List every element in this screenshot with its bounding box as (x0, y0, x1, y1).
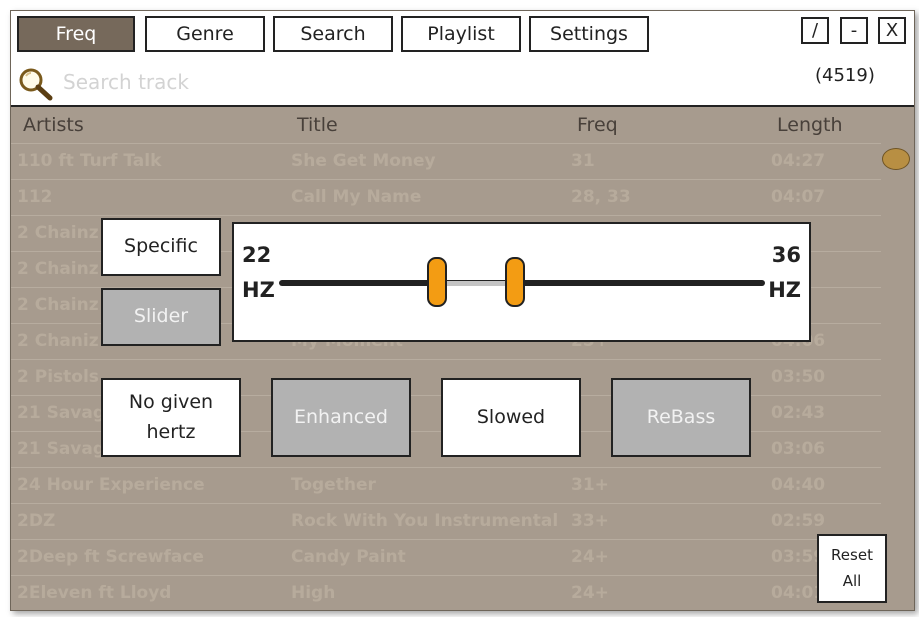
tab-settings[interactable]: Settings (529, 16, 649, 52)
artist-cell: 2Eleven ft Lloyd (17, 583, 172, 603)
title-cell: She Get Money (291, 151, 436, 171)
track-table: Artists Title Freq Length 110 ft Turf Ta… (11, 107, 914, 610)
slider-selected-range (436, 281, 516, 286)
table-row[interactable]: 110 ft Turf Talk She Get Money 31 04:27 (11, 143, 881, 179)
freq-cell: 24+ (571, 547, 609, 567)
column-header-title[interactable]: Title (297, 114, 338, 136)
table-row[interactable]: 2Eleven ft Lloyd High 24+ 04:01 (11, 575, 881, 610)
length-cell: 04:40 (771, 475, 826, 495)
length-cell: 02:43 (771, 403, 826, 423)
freq-cell: 31 (571, 151, 595, 171)
tab-playlist[interactable]: Playlist (401, 16, 521, 52)
length-cell: 03:06 (771, 439, 826, 459)
artist-cell: 2 Chaniz (17, 331, 99, 351)
frequency-slider-panel: 22 HZ 36 HZ (232, 222, 811, 342)
slider-mode-button[interactable]: Slider (101, 288, 221, 346)
enhanced-button[interactable]: Enhanced (271, 378, 411, 457)
freq-cell: 24+ (571, 583, 609, 603)
freq-cell: 33+ (571, 511, 609, 531)
column-header-freq[interactable]: Freq (577, 114, 618, 136)
freq-cell: 28, 33 (571, 187, 631, 207)
header: Freq Genre Search Playlist Settings / - … (11, 11, 914, 107)
tab-genre[interactable]: Genre (145, 16, 265, 52)
slider-handle-low[interactable] (426, 257, 447, 307)
artist-cell: 110 ft Turf Talk (17, 151, 162, 171)
minimize-button[interactable]: - (840, 17, 868, 44)
title-cell: Together (291, 475, 376, 495)
length-cell: 02:59 (771, 511, 826, 531)
length-cell: 03:50 (771, 367, 826, 387)
artist-cell: 2 Chainz (17, 295, 99, 315)
tab-search[interactable]: Search (273, 16, 393, 52)
table-row[interactable]: 2Deep ft Screwface Candy Paint 24+ 03:59 (11, 539, 881, 575)
title-cell: Rock With You Instrumental (291, 511, 559, 531)
slowed-button[interactable]: Slowed (441, 378, 581, 457)
length-cell: 04:07 (771, 187, 826, 207)
search-icon[interactable] (16, 66, 56, 102)
rebass-button[interactable]: ReBass (611, 378, 751, 457)
title-cell: Candy Paint (291, 547, 406, 567)
track-count: (4519) (815, 65, 875, 86)
reset-all-label: Reset All (831, 546, 873, 590)
specific-mode-button[interactable]: Specific (101, 218, 221, 276)
app-window: Freq Genre Search Playlist Settings / - … (10, 10, 915, 611)
search-input[interactable] (63, 67, 583, 97)
slider-max-unit: HZ (768, 278, 801, 302)
reset-all-button[interactable]: Reset All (817, 534, 887, 603)
artist-cell: 112 (17, 187, 53, 207)
table-row[interactable]: 112 Call My Name 28, 33 04:07 (11, 179, 881, 215)
artist-cell: 2 Chainz (17, 259, 99, 279)
length-cell: 04:27 (771, 151, 826, 171)
slider-handle-high[interactable] (505, 257, 526, 307)
close-button[interactable]: X (878, 17, 906, 44)
table-row[interactable]: 2DZ Rock With You Instrumental 33+ 02:59 (11, 503, 881, 539)
artist-cell: 2 Chainz (17, 223, 99, 243)
tab-freq[interactable]: Freq (17, 16, 135, 52)
artist-cell: 2Deep ft Screwface (17, 547, 204, 567)
title-cell: Call My Name (291, 187, 422, 207)
artist-cell: 2 Pistols (17, 367, 99, 387)
slider-min-unit: HZ (242, 278, 275, 302)
no-given-hertz-label: No given hertz (128, 391, 214, 443)
artist-cell: 2DZ (17, 511, 56, 531)
freq-cell: 31+ (571, 475, 609, 495)
edit-button[interactable]: / (801, 17, 829, 44)
column-header-length[interactable]: Length (777, 114, 843, 136)
table-row[interactable]: 24 Hour Experience Together 31+ 04:40 (11, 467, 881, 503)
no-given-hertz-button[interactable]: No given hertz (101, 378, 241, 457)
scrollbar-thumb[interactable] (882, 148, 910, 170)
title-cell: High (291, 583, 336, 603)
column-header-artists[interactable]: Artists (23, 114, 84, 136)
artist-cell: 24 Hour Experience (17, 475, 205, 495)
slider-max-label: 36 (771, 243, 801, 267)
slider-min-label: 22 (242, 243, 272, 267)
